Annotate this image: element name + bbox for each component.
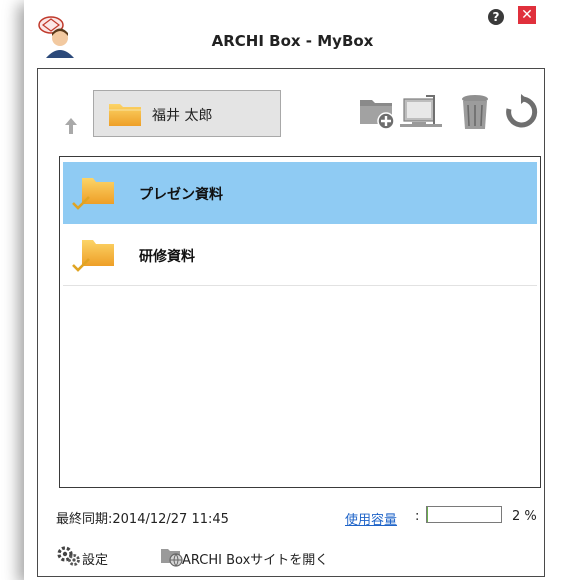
usage-colon: : — [415, 509, 420, 524]
help-button[interactable]: ? — [488, 9, 504, 25]
folder-globe-icon — [161, 549, 183, 567]
main-panel: 福井 太郎 プレゼン資料 研修資料 最終同期:2014/12/27 11:45 … — [37, 68, 545, 577]
trash-icon[interactable] — [458, 94, 492, 132]
usage-progress-bar — [426, 506, 502, 523]
list-item[interactable]: 研修資料 — [63, 224, 537, 286]
monitor-icon[interactable] — [400, 94, 442, 130]
new-folder-icon[interactable] — [358, 94, 398, 130]
app-window: ARCHI Box - MyBox ? ✕ 福井 太郎 プレゼン資料 研修資料 … — [24, 0, 561, 580]
gear-icon — [57, 546, 80, 566]
up-arrow-icon[interactable] — [64, 117, 78, 135]
sync-check-icon — [72, 196, 90, 210]
close-button[interactable]: ✕ — [518, 6, 536, 24]
current-folder-label: 福井 太郎 — [152, 108, 213, 124]
usage-progress-fill — [427, 507, 429, 522]
window-title: ARCHI Box - MyBox — [211, 32, 374, 50]
folder-icon — [109, 104, 141, 126]
open-site-label: ARCHI Boxサイトを開く — [182, 553, 329, 568]
list-item[interactable]: プレゼン資料 — [63, 162, 537, 224]
settings-label: 設定 — [82, 553, 109, 568]
title-bar: ARCHI Box - MyBox ? ✕ — [24, 0, 561, 64]
file-list: プレゼン資料 研修資料 — [59, 156, 541, 488]
file-name: 研修資料 — [139, 249, 195, 265]
last-sync-label: 最終同期:2014/12/27 11:45 — [56, 512, 229, 527]
usage-percent: 2 % — [512, 509, 537, 524]
refresh-icon[interactable] — [504, 94, 538, 132]
usage-link[interactable]: 使用容量 — [345, 509, 397, 528]
current-folder-button[interactable]: 福井 太郎 — [93, 90, 281, 137]
sync-check-icon — [72, 258, 90, 272]
file-name: プレゼン資料 — [139, 187, 223, 203]
